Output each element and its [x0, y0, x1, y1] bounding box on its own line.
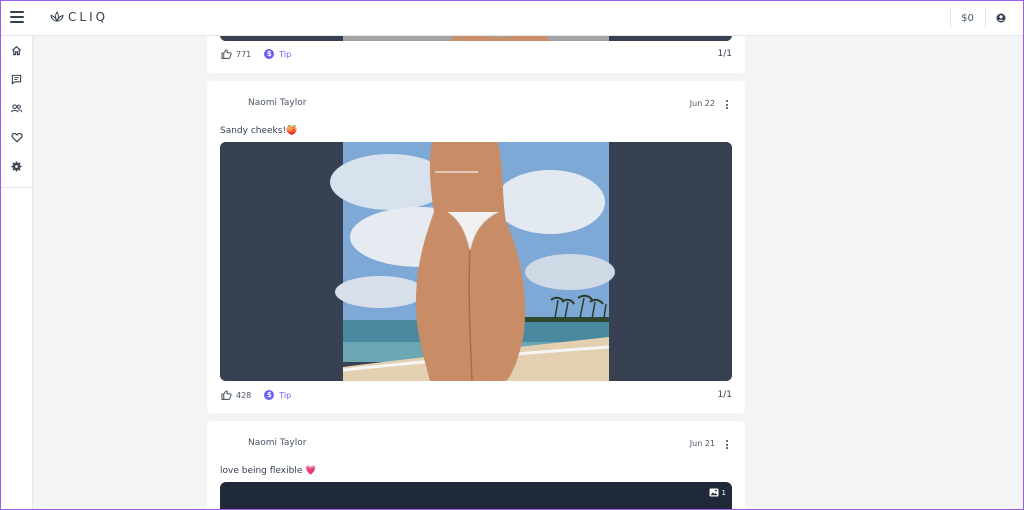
media-pager: 1/1 — [717, 390, 732, 400]
tip-button[interactable]: $ Tip — [264, 49, 291, 59]
tip-label: Tip — [279, 49, 292, 59]
post-date: Jun 21 — [689, 439, 715, 448]
post-author[interactable]: Naomi Taylor — [248, 98, 306, 108]
thumbs-up-icon — [221, 390, 232, 400]
more-options-icon[interactable] — [725, 100, 729, 109]
thumbs-up-icon — [221, 49, 232, 59]
tip-button[interactable]: $ Tip — [264, 390, 291, 400]
users-icon — [10, 104, 23, 113]
sidebar-item-messages[interactable] — [0, 65, 33, 94]
post-image — [220, 142, 732, 381]
media-pager: 1/1 — [717, 49, 732, 59]
account-circle-icon — [996, 13, 1005, 23]
home-icon — [11, 46, 22, 56]
more-options-icon[interactable] — [725, 440, 729, 449]
post-caption: love being flexible 💗 — [220, 466, 317, 476]
brand-name: CLIQ — [68, 10, 109, 24]
balance-display[interactable]: $0 — [950, 8, 984, 28]
sidebar — [0, 36, 33, 510]
dollar-icon: $ — [264, 49, 275, 59]
post-media[interactable] — [220, 142, 732, 381]
lotus-logo-icon — [50, 11, 64, 22]
dollar-icon: $ — [264, 390, 275, 400]
heart-icon — [10, 132, 23, 143]
tip-label: Tip — [279, 390, 292, 400]
post-caption: Sandy cheeks!🍑 — [220, 126, 298, 136]
like-count: 428 — [236, 390, 252, 400]
top-bar: CLIQ $0 — [0, 0, 1024, 36]
sidebar-item-favorites[interactable] — [0, 123, 33, 152]
image-icon — [709, 488, 719, 497]
post-actions: 771 $ Tip — [221, 49, 291, 59]
account-button[interactable] — [985, 8, 1015, 28]
media-count: 1 — [721, 488, 726, 497]
gear-icon — [11, 161, 22, 172]
sidebar-item-home[interactable] — [0, 36, 33, 65]
brand-logo[interactable]: CLIQ — [50, 10, 108, 24]
messages-icon — [11, 74, 22, 85]
like-button[interactable]: 428 — [221, 390, 251, 400]
post-card: Naomi Taylor Jun 22 Sandy cheeks!🍑 428 $… — [207, 81, 745, 413]
sidebar-item-settings[interactable] — [0, 152, 33, 181]
like-count: 771 — [236, 49, 252, 59]
sidebar-item-users[interactable] — [0, 94, 33, 123]
post-actions: 428 $ Tip — [221, 390, 291, 400]
post-date: Jun 22 — [689, 99, 715, 108]
media-count-badge: 1 — [709, 488, 726, 497]
post-media[interactable]: 1 — [220, 482, 732, 510]
like-button[interactable]: 771 — [221, 49, 251, 59]
post-card: Naomi Taylor Jun 21 love being flexible … — [207, 421, 745, 510]
post-author[interactable]: Naomi Taylor — [248, 438, 306, 448]
hamburger-menu-icon[interactable] — [10, 11, 24, 25]
